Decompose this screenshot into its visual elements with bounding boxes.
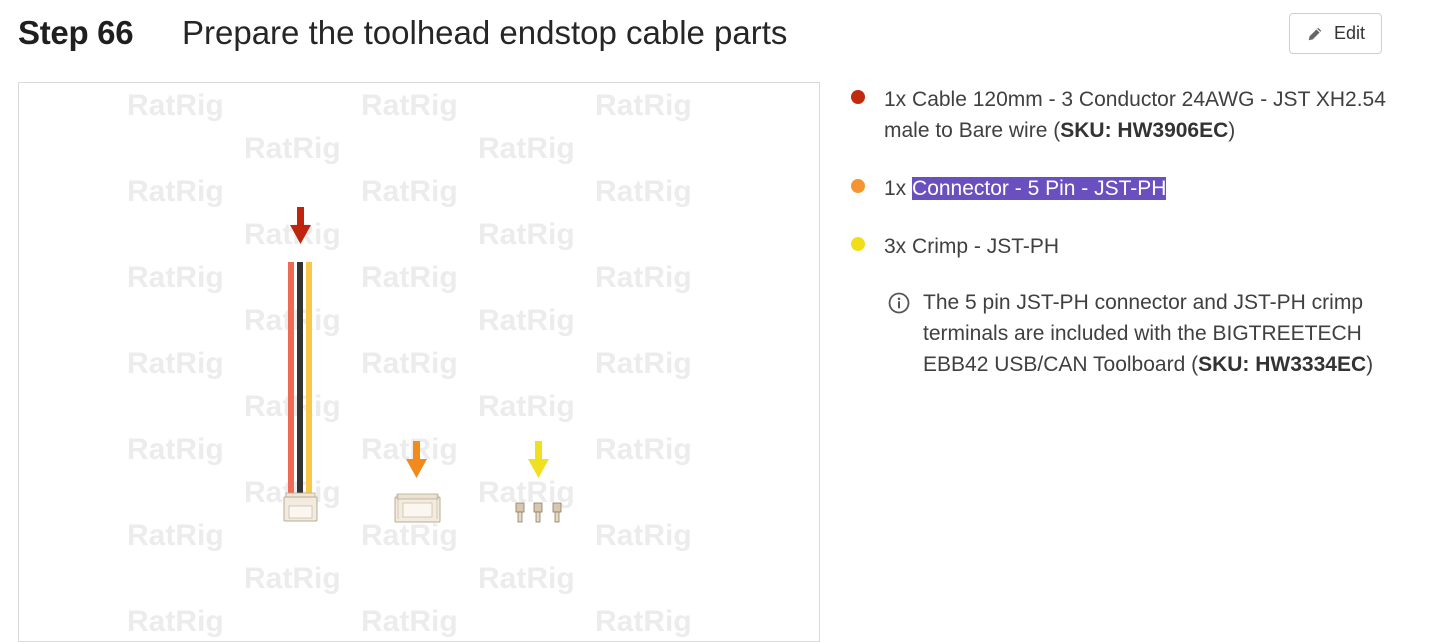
part-qty: 3x [884,235,907,258]
yellow-arrow-icon [528,441,549,478]
watermark-text: RatRig [595,605,692,638]
part-qty: 1x [884,177,907,200]
watermark-text: RatRig [361,347,458,380]
watermark-text: RatRig [127,519,224,552]
pencil-icon [1308,27,1322,40]
orange-dot-icon [851,179,865,193]
watermark-text: RatRig [478,218,575,251]
watermark-layer: RatRig RatRig RatRig RatRig RatRig RatRig RatR… [127,89,692,638]
edit-button-label: Edit [1333,23,1366,43]
watermark-text: RatRig [127,261,224,294]
step-header: Step 66 Prepare the toolhead endstop cab… [18,12,1384,58]
watermark-text: RatRig [127,347,224,380]
part-item-crimp: 3x Crimp - JST-PH [848,231,1408,262]
parts-illustration: RatRig RatRig RatRig RatRig RatRig RatRig RatR… [127,89,692,638]
edit-button[interactable]: Edit [1289,13,1382,54]
watermark-text: RatRig [361,89,458,122]
jst-ph-connector [394,493,441,523]
step-title: Prepare the toolhead endstop cable parts [182,14,788,51]
watermark-text: RatRig [595,519,692,552]
step-number: Step 66 [18,14,134,51]
watermark-text: RatRig [595,347,692,380]
watermark-text: RatRig [361,175,458,208]
part-text-selected[interactable]: Connector - 5 Pin - JST-PH [912,177,1167,200]
step-image[interactable]: RatRig RatRig RatRig RatRig RatRig RatRig RatR… [18,82,820,642]
watermark-text: RatRig [127,433,224,466]
red-dot-icon [851,90,865,104]
watermark-text: RatRig [478,562,575,595]
watermark-text: RatRig [478,132,575,165]
watermark-text: RatRig [595,175,692,208]
info-icon [888,292,910,314]
watermark-text: RatRig [361,605,458,638]
watermark-text: RatRig [127,89,224,122]
part-item-connector: 1x Connector - 5 Pin - JST-PH [848,173,1408,204]
part-text: Crimp - JST-PH [912,235,1060,258]
watermark-text: RatRig [478,390,575,423]
watermark-text: RatRig [244,562,341,595]
crimp-terminals [515,502,562,523]
parts-list: 1x Cable 120mm - 3 Conductor 24AWG - JST… [848,84,1408,380]
yellow-dot-icon [851,237,865,251]
info-note: The 5 pin JST-PH connector and JST-PH cr… [848,287,1408,380]
part-sku: SKU: HW3906EC [1060,119,1229,142]
watermark-text: RatRig [127,605,224,638]
watermark-text: RatRig [595,433,692,466]
note-sku: SKU: HW3334EC [1198,353,1367,376]
watermark-text: RatRig [244,132,341,165]
part-item-cable: 1x Cable 120mm - 3 Conductor 24AWG - JST… [848,84,1408,146]
watermark-text: RatRig [478,304,575,337]
watermark-text: RatRig [127,175,224,208]
watermark-text: RatRig [595,261,692,294]
watermark-text: RatRig [244,218,341,251]
watermark-text: RatRig [595,89,692,122]
part-qty: 1x [884,88,907,111]
watermark-text: RatRig [361,519,458,552]
watermark-text: RatRig [361,261,458,294]
